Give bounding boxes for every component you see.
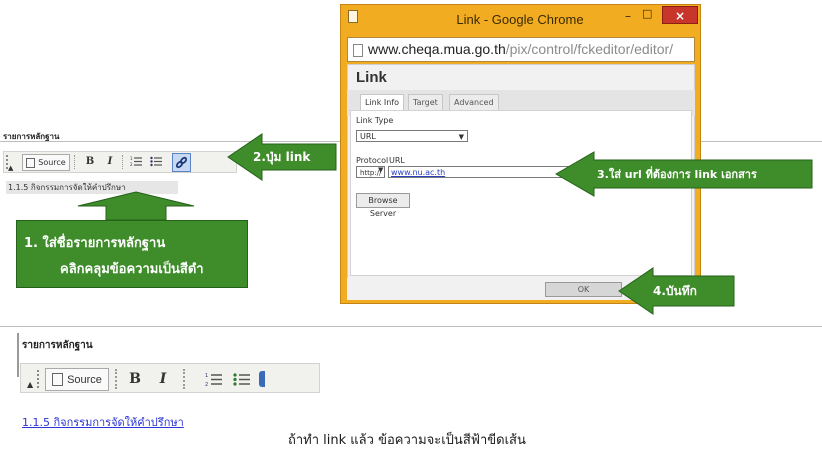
toolbar-separator	[74, 155, 76, 169]
minimize-button[interactable]: –	[625, 9, 631, 23]
toolbar-separator	[115, 369, 118, 389]
toolbar-separator	[122, 155, 124, 169]
source-button[interactable]: Source	[45, 368, 109, 391]
toolbar-separator	[183, 369, 186, 389]
bold-button[interactable]: B	[82, 154, 98, 169]
chevron-down-icon: ▼	[378, 166, 384, 174]
svg-text:1: 1	[130, 156, 133, 161]
ordered-list-icon: 12	[205, 373, 222, 387]
bottom-editor-title: รายการหลักฐาน	[22, 340, 93, 351]
bullet-list-button[interactable]	[231, 369, 251, 389]
page-icon	[348, 10, 358, 23]
link-icon-partial[interactable]	[259, 371, 265, 387]
callout-step3-label: 3.ใส่ url ที่ต้องการ link เอกสาร	[597, 168, 757, 181]
toolbar-collapse-icon[interactable]: ▲	[27, 380, 33, 389]
source-icon	[52, 373, 64, 386]
address-path: /pix/control/fckeditor/editor/	[505, 41, 674, 57]
toolbar-grip[interactable]	[37, 370, 43, 388]
ordered-list-button[interactable]: 12	[203, 369, 223, 389]
address-bar[interactable]: www.cheqa.mua.go.th/pix/control/fckedito…	[347, 37, 695, 62]
address-host: www.cheqa.mua.go.th	[368, 41, 506, 57]
link-chain-icon	[175, 156, 188, 169]
bottom-editor-link-text[interactable]: 1.1.5 กิจกรรมการจัดให้คำปรึกษา	[22, 413, 184, 431]
link-type-select[interactable]: URL ▼	[356, 130, 468, 142]
result-caption: ถ้าทำ link แล้ว ข้อความจะเป็นสีฟ้าขีดเส้…	[288, 433, 526, 448]
link-button[interactable]	[172, 153, 191, 172]
callout-step1-line1: 1. ใส่ชื่อรายการหลักฐาน	[24, 236, 166, 251]
browse-server-button[interactable]: Browse Server	[356, 193, 410, 218]
top-editor-toolbar: ▲ Source B I 12	[3, 151, 237, 173]
link-type-label: Link Type	[356, 116, 394, 125]
bullet-list-icon	[150, 156, 162, 167]
callout-step1-line2: คลิกคลุมข้อความเป็นสีดำ	[60, 262, 204, 277]
bottom-editor-frame	[17, 333, 19, 377]
page-icon	[353, 43, 363, 57]
svg-text:2: 2	[130, 162, 133, 167]
link-type-value: URL	[360, 132, 376, 141]
source-button-label: Source	[67, 373, 102, 386]
svg-text:2: 2	[205, 382, 208, 387]
callout-step2-label: 2.ปุ่ม link	[253, 150, 311, 164]
toolbar-collapse-icon[interactable]: ▲	[8, 164, 13, 172]
maximize-button[interactable]: □	[642, 7, 652, 20]
protocol-label: Protocol	[356, 156, 389, 165]
source-button-label: Source	[38, 158, 66, 167]
bottom-divider	[0, 326, 822, 327]
bold-button[interactable]: B	[125, 368, 145, 389]
italic-button[interactable]: I	[102, 154, 118, 169]
svg-text:1: 1	[205, 373, 208, 379]
callout-step1-arrow	[77, 191, 195, 221]
close-button[interactable]: ×	[662, 6, 698, 24]
callout-step4-label: 4.บันทึก	[653, 284, 697, 298]
url-input[interactable]: www.nu.ac.th	[388, 166, 578, 178]
source-icon	[26, 157, 36, 168]
italic-button[interactable]: I	[153, 368, 173, 389]
url-label: URL	[389, 156, 405, 165]
dialog-window-title: Link - Google Chrome	[456, 12, 584, 27]
bottom-editor-toolbar: ▲ Source B I 12	[20, 363, 320, 393]
source-button[interactable]: Source	[22, 154, 70, 171]
chevron-down-icon: ▼	[458, 133, 464, 141]
ordered-list-button[interactable]: 12	[128, 154, 144, 169]
bullet-list-button[interactable]	[148, 154, 164, 169]
dialog-heading: Link	[356, 69, 387, 86]
ok-button[interactable]: OK	[545, 282, 622, 297]
bullet-list-icon	[232, 372, 250, 386]
ordered-list-icon: 12	[130, 156, 142, 167]
